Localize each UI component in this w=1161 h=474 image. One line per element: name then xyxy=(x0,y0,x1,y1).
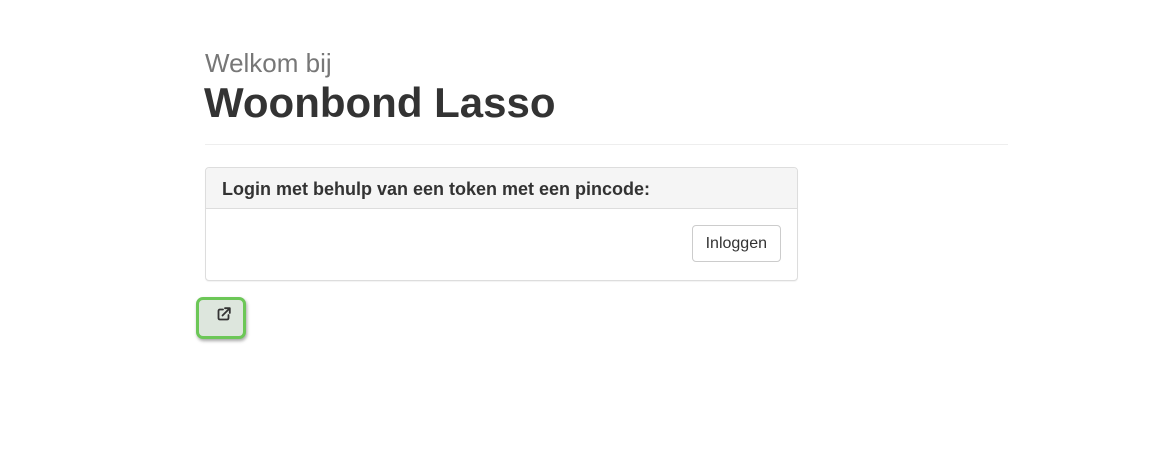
external-link-button[interactable] xyxy=(196,297,246,339)
login-panel-heading: Login met behulp van een token met een p… xyxy=(206,168,797,209)
welcome-text: Welkom bij xyxy=(205,48,332,78)
page-title: Woonbond Lasso xyxy=(204,79,556,126)
external-link-icon xyxy=(217,307,231,321)
login-panel: Login met behulp van een token met een p… xyxy=(205,167,798,281)
login-panel-body: Inloggen xyxy=(206,209,797,279)
header-divider xyxy=(205,144,1008,145)
login-button[interactable]: Inloggen xyxy=(691,225,781,262)
